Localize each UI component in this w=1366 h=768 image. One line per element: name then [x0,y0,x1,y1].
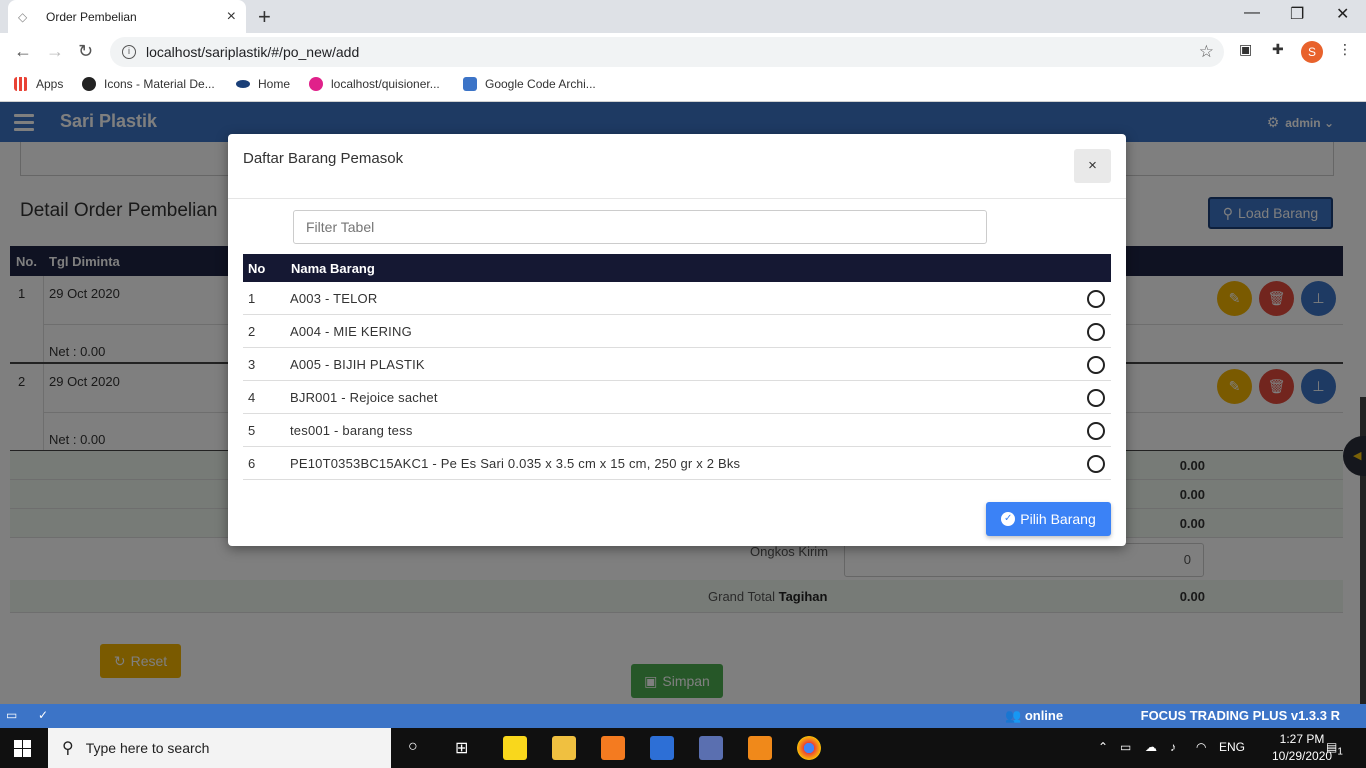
online-status: 👥 online [1005,708,1064,723]
taskbar-clock[interactable]: 1:27 PM 10/29/2020 [1272,731,1332,765]
bookmark-label: Icons - Material De... [104,77,215,91]
volume-icon[interactable]: ♪ [1170,740,1176,754]
browser-tab[interactable]: ◇ Order Pembelian × [8,0,246,33]
windows-taskbar: ⚲ Type here to search ○ ⊞ ⌃ ▭ ☁ ♪ ◠ ENG … [0,728,1366,768]
battery-icon[interactable]: ▭ [1120,740,1131,754]
new-tab-button[interactable]: + [258,4,271,30]
google-code-icon [463,77,477,91]
restore-icon[interactable]: ❐ [1290,4,1304,24]
window-close-icon[interactable]: ✕ [1336,4,1349,24]
barang-table: No Nama Barang 1 A003 - TELOR 2 A004 - MIE… [243,254,1111,480]
notepad-app-icon[interactable] [650,736,674,760]
chrome-menu-icon[interactable]: ⋮ [1338,41,1352,58]
bookmark-quisioner[interactable]: localhost/quisioner... [309,77,440,91]
tab-close-icon[interactable]: × [227,8,236,26]
modal-close-button[interactable]: × [1074,149,1111,183]
pilih-barang-button[interactable]: ✓ Pilih Barang [986,502,1111,536]
address-bar[interactable]: i localhost/sariplastik/#/po_new/add ☆ [110,37,1224,67]
check-icon: ✓ [38,708,49,722]
task-view-icon[interactable]: ⊞ [455,738,468,758]
search-placeholder: Type here to search [85,740,210,756]
sublime-text-icon[interactable] [748,736,772,760]
table-row[interactable]: 1 A003 - TELOR [243,282,1111,315]
home-site-icon [236,80,250,88]
reload-icon[interactable]: ↻ [78,41,93,62]
bookmark-label: localhost/quisioner... [331,77,440,91]
bookmark-apps[interactable]: Apps [14,77,63,91]
select-radio[interactable] [1087,422,1105,440]
cortana-icon[interactable]: ○ [408,738,418,756]
github-icon [82,77,96,91]
discord-icon[interactable] [699,736,723,760]
pilih-barang-label: Pilih Barang [1020,511,1096,527]
file-explorer-icon[interactable] [552,736,576,760]
apps-grid-icon [14,77,28,91]
col-nama-barang: Nama Barang [291,261,375,276]
bookmark-icons-material[interactable]: Icons - Material De... [82,77,215,91]
back-icon[interactable]: ← [14,41,32,62]
site-info-icon[interactable]: i [122,45,136,59]
col-no: No [248,261,266,276]
modal-divider [228,198,1126,199]
page-favicon-icon: ◇ [18,9,28,24]
notification-icon[interactable]: ▤1 [1326,740,1343,757]
forward-icon[interactable]: → [46,41,64,62]
bookmark-label: Google Code Archi... [485,77,596,91]
search-icon: ⚲ [62,740,74,757]
bookmark-star-icon[interactable]: ☆ [1199,42,1214,62]
table-row[interactable]: 5 tes001 - barang tess [243,414,1111,447]
extensions-puzzle-icon[interactable]: ✚ [1272,41,1284,58]
clock-date: 10/29/2020 [1272,749,1333,763]
table-row[interactable]: 2 A004 - MIE KERING [243,315,1111,348]
table-row[interactable]: 4 BJR001 - Rejoice sachet [243,381,1111,414]
drive-icon: ▭ [6,708,18,722]
select-radio[interactable] [1087,290,1105,308]
minimize-icon[interactable]: — [1244,4,1260,22]
bookmark-home[interactable]: Home [236,77,290,91]
url-text: localhost/sariplastik/#/po_new/add [146,44,360,60]
wifi-icon[interactable]: ◠ [1196,740,1206,754]
app-footer: ▭ ✓ 👥 online FOCUS TRADING PLUS v1.3.3 R [0,704,1366,728]
tab-title: Order Pembelian [46,9,137,24]
bookmark-google-code[interactable]: Google Code Archi... [463,77,596,91]
app-version: FOCUS TRADING PLUS v1.3.3 R [1140,708,1340,723]
bookmarks-bar: Apps Icons - Material De... Home localho… [0,71,1366,102]
filter-table-input[interactable] [293,210,987,244]
users-icon: 👥 [1005,708,1022,723]
bookmark-label: Home [258,77,291,91]
select-radio[interactable] [1087,455,1105,473]
table-row[interactable]: 6 PE10T0353BC15AKC1 - Pe Es Sari 0.035 x … [243,447,1111,480]
bookmark-label: Apps [36,77,64,91]
xampp-icon[interactable] [601,736,625,760]
taskbar-search[interactable]: ⚲ Type here to search [48,728,391,768]
select-radio[interactable] [1087,323,1105,341]
check-circle-icon: ✓ [1001,512,1016,526]
modal-title: Daftar Barang Pemasok [243,150,404,167]
browser-tab-bar: ◇ Order Pembelian × + — ❐ ✕ [0,0,1366,33]
tray-chevron-icon[interactable]: ⌃ [1098,740,1108,754]
windows-start-icon[interactable] [14,740,31,757]
select-radio[interactable] [1087,356,1105,374]
browser-toolbar: ← → ↻ i localhost/sariplastik/#/po_new/a… [0,33,1366,71]
barang-table-header: No Nama Barang [243,254,1111,282]
profile-avatar[interactable]: S [1301,41,1323,63]
table-row[interactable]: 3 A005 - BIJIH PLASTIK [243,348,1111,381]
chrome-icon[interactable] [797,736,821,760]
quisioner-site-icon [309,77,323,91]
clock-time: 1:27 PM [1279,732,1325,746]
extension-new-icon[interactable]: ▣ [1239,41,1252,58]
language-indicator[interactable]: ENG [1219,740,1245,754]
daftar-barang-modal: Daftar Barang Pemasok × No Nama Barang 1… [228,134,1126,546]
sticky-notes-icon[interactable] [503,736,527,760]
select-radio[interactable] [1087,389,1105,407]
onedrive-icon[interactable]: ☁ [1145,740,1157,754]
